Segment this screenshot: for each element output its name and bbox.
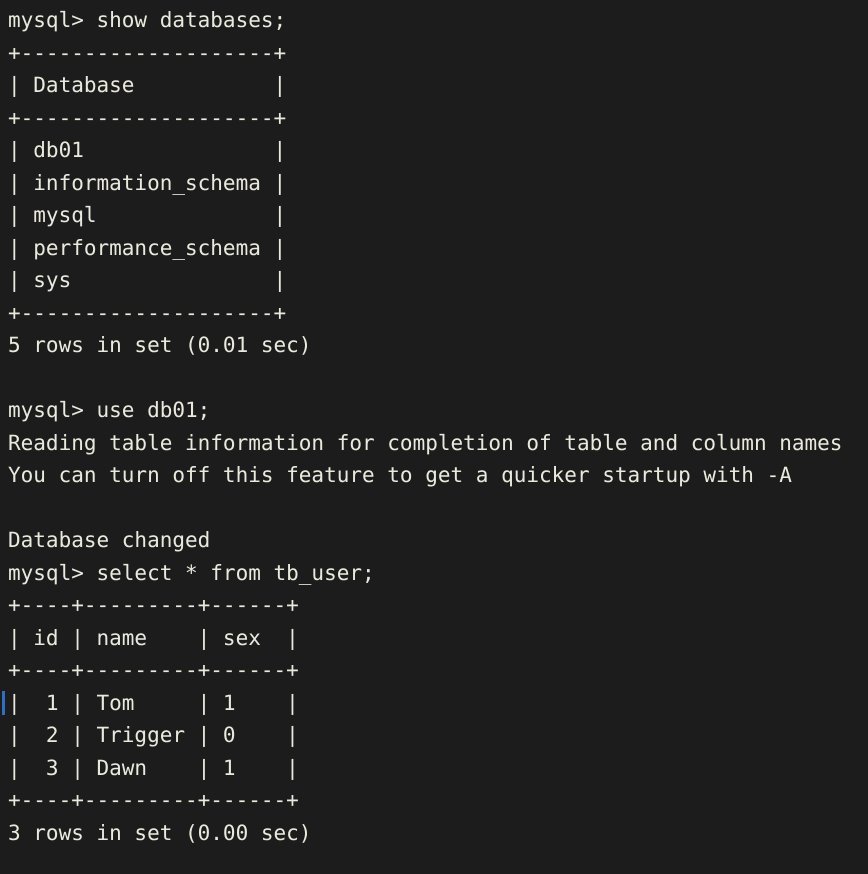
blank-2 [8,492,868,525]
db-row-db01: | db01 | [8,138,287,162]
db-table-header-border: +--------------------+ [8,105,287,130]
text-cursor [2,690,5,715]
db-table-bottom-border: +--------------------+ [8,300,287,325]
cmd-show-databases: mysql> show databases; [8,8,287,32]
db-row-performance-schema: | performance_schema | [8,235,287,260]
msg-turn-off-feature: You can turn off this feature to get a q… [8,463,792,487]
db-table-header: | Database | [8,73,287,97]
user-row-1: | 1 | Tom | 1 | [2,687,868,720]
db-row-information-schema: | information_schema | [8,170,287,195]
user-result-count: 3 rows in set (0.00 sec) [8,820,312,845]
cmd-select-tb-user: mysql> select * from tb_user; [8,560,375,585]
blank-1 [8,362,868,395]
terminal-window[interactable]: mysql> show databases; +-----------------… [0,0,868,874]
db-row-mysql: | mysql | [8,203,287,227]
user-table-header: | id | name | sex | [8,625,299,650]
user-table-top-border: +----+---------+------+ [8,593,299,617]
user-row-2: | 2 | Trigger | 0 | [8,723,299,747]
cmd-use-db01: mysql> use db01; [8,398,211,422]
terminal-output[interactable]: mysql> show databases; +-----------------… [2,4,868,849]
msg-database-changed: Database changed [8,528,211,552]
user-row-3: | 3 | Dawn | 1 | [8,755,299,780]
db-table-top-border: +--------------------+ [8,40,287,65]
user-table-header-border: +----+---------+------+ [8,658,299,682]
user-table-bottom-border: +----+---------+------+ [8,788,299,812]
db-row-sys: | sys | [8,268,287,292]
db-result-count: 5 rows in set (0.01 sec) [8,333,312,357]
msg-reading-table-info: Reading table information for completion… [8,430,843,455]
